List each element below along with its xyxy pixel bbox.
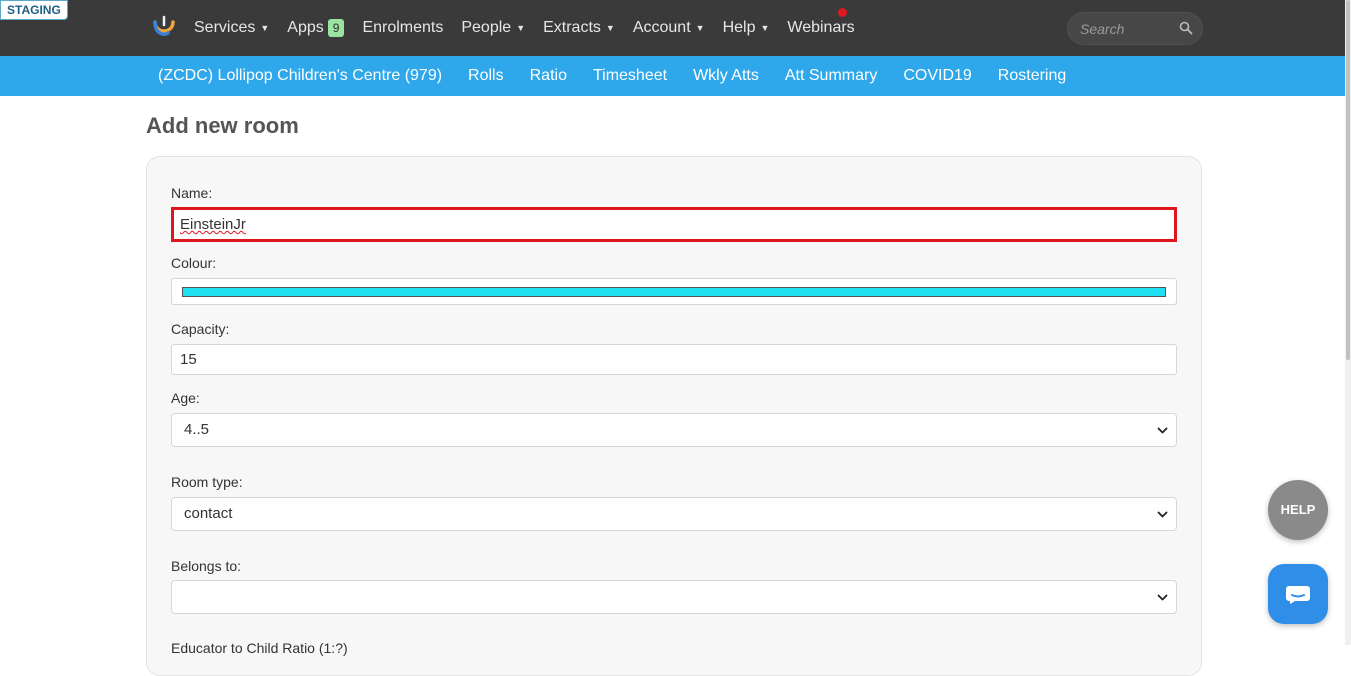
subnav-rostering[interactable]: Rostering (998, 67, 1066, 85)
search-icon[interactable] (1179, 21, 1193, 35)
subnav-covid19[interactable]: COVID19 (903, 67, 971, 85)
age-label: Age: (171, 390, 200, 406)
page-title: Add new room (146, 113, 299, 138)
nav-enrolments[interactable]: Enrolments (362, 19, 443, 37)
capacity-input-value: 15 (180, 351, 197, 368)
main-nav: Services ▼ Apps 9 Enrolments People ▼ Ex… (194, 0, 873, 56)
chevron-down-icon (1157, 594, 1168, 601)
room-type-select[interactable]: contact (171, 497, 1177, 531)
centre-subnav-bar: (ZCDC) Lollipop Children's Centre (979) … (0, 56, 1351, 96)
nav-people[interactable]: People ▼ (461, 19, 525, 37)
search-input[interactable] (1078, 18, 1173, 40)
nav-apps-label: Apps (287, 19, 324, 36)
room-type-label: Room type: (171, 474, 243, 490)
nav-services-label: Services (194, 19, 256, 36)
colour-picker[interactable] (171, 278, 1177, 305)
capacity-input[interactable]: 15 (171, 344, 1177, 375)
subnav-wkly-atts[interactable]: Wkly Atts (693, 67, 759, 85)
nav-people-label: People (461, 19, 512, 36)
scrollbar-thumb[interactable] (1346, 0, 1350, 360)
notification-dot (838, 8, 847, 17)
caret-down-icon: ▼ (260, 23, 270, 33)
centre-subnav: (ZCDC) Lollipop Children's Centre (979) … (158, 56, 1092, 96)
apps-count-badge: 9 (327, 19, 345, 37)
caret-down-icon: ▼ (695, 23, 705, 33)
chat-icon (1286, 586, 1310, 604)
nav-help[interactable]: Help ▼ (723, 19, 770, 37)
colour-swatch (182, 287, 1166, 297)
name-input[interactable]: EinsteinJr (171, 207, 1177, 242)
app-logo-icon[interactable] (151, 14, 177, 40)
chevron-down-icon (1157, 511, 1168, 518)
subnav-att-summary[interactable]: Att Summary (785, 67, 877, 85)
subnav-timesheet[interactable]: Timesheet (593, 67, 667, 85)
nav-account-label: Account (632, 19, 691, 36)
nav-enrolments-label: Enrolments (362, 19, 444, 36)
subnav-ratio[interactable]: Ratio (530, 67, 567, 85)
nav-webinars-label: Webinars (787, 19, 855, 36)
nav-extracts-label: Extracts (543, 19, 601, 36)
nav-webinars[interactable]: Webinars (787, 19, 854, 37)
nav-services[interactable]: Services ▼ (194, 19, 269, 37)
name-input-value: EinsteinJr (180, 216, 246, 233)
caret-down-icon: ▼ (760, 23, 770, 33)
top-navbar: STAGING Services ▼ Apps 9 Enrolments Peo… (0, 0, 1351, 56)
belongs-to-label: Belongs to: (171, 558, 242, 574)
chat-button[interactable] (1268, 564, 1328, 624)
ratio-label: Educator to Child Ratio (1:?) (171, 640, 348, 656)
belongs-to-select[interactable] (171, 580, 1177, 614)
nav-apps[interactable]: Apps 9 (287, 19, 345, 37)
help-button[interactable]: HELP (1268, 480, 1328, 540)
capacity-label: Capacity: (171, 321, 230, 337)
nav-extracts[interactable]: Extracts ▼ (543, 19, 615, 37)
age-select[interactable]: 4..5 (171, 413, 1177, 447)
search-box[interactable] (1067, 12, 1203, 45)
colour-label: Colour: (171, 255, 217, 271)
chevron-down-icon (1157, 427, 1168, 434)
age-select-value: 4..5 (184, 421, 210, 438)
staging-badge: STAGING (0, 0, 68, 20)
nav-help-label: Help (722, 19, 756, 36)
nav-account[interactable]: Account ▼ (633, 19, 705, 37)
caret-down-icon: ▼ (516, 23, 526, 33)
room-type-select-value: contact (184, 505, 233, 522)
caret-down-icon: ▼ (605, 23, 615, 33)
add-room-form: Name: EinsteinJr Colour: Capacity: 15 Ag… (146, 156, 1202, 676)
subnav-centre-name[interactable]: (ZCDC) Lollipop Children's Centre (979) (158, 67, 442, 85)
name-label: Name: (171, 185, 213, 201)
subnav-rolls[interactable]: Rolls (468, 67, 504, 85)
